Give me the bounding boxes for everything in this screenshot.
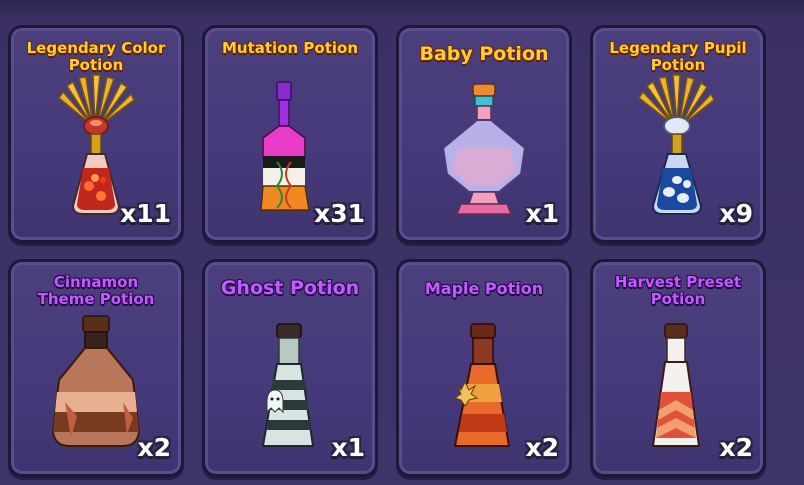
item-card-mutation-potion[interactable]: Mutation Potion x31 bbox=[202, 25, 378, 243]
item-card-maple-potion[interactable]: Maple Potion x2 bbox=[396, 259, 572, 477]
item-quantity: x9 bbox=[719, 199, 753, 228]
inventory-grid: Legendary Color Potion x11 Mutation Potio… bbox=[8, 25, 766, 477]
item-quantity: x2 bbox=[719, 433, 753, 462]
item-quantity: x2 bbox=[525, 433, 559, 462]
item-card-harvest-preset-potion[interactable]: Harvest Preset Potion x2 bbox=[590, 259, 766, 477]
item-quantity: x2 bbox=[137, 433, 171, 462]
item-card-legendary-pupil-potion[interactable]: Legendary Pupil Potion x9 bbox=[590, 25, 766, 243]
item-quantity: x31 bbox=[314, 199, 365, 228]
item-quantity: x1 bbox=[331, 433, 365, 462]
item-quantity: x1 bbox=[525, 199, 559, 228]
item-card-baby-potion[interactable]: Baby Potion x1 bbox=[396, 25, 572, 243]
item-quantity: x11 bbox=[120, 199, 171, 228]
item-card-ghost-potion[interactable]: Ghost Potion x1 bbox=[202, 259, 378, 477]
item-card-cinnamon-theme-potion[interactable]: Cinnamon Theme Potion x2 bbox=[8, 259, 184, 477]
top-bar bbox=[0, 0, 804, 18]
item-card-legendary-color-potion[interactable]: Legendary Color Potion x11 bbox=[8, 25, 184, 243]
